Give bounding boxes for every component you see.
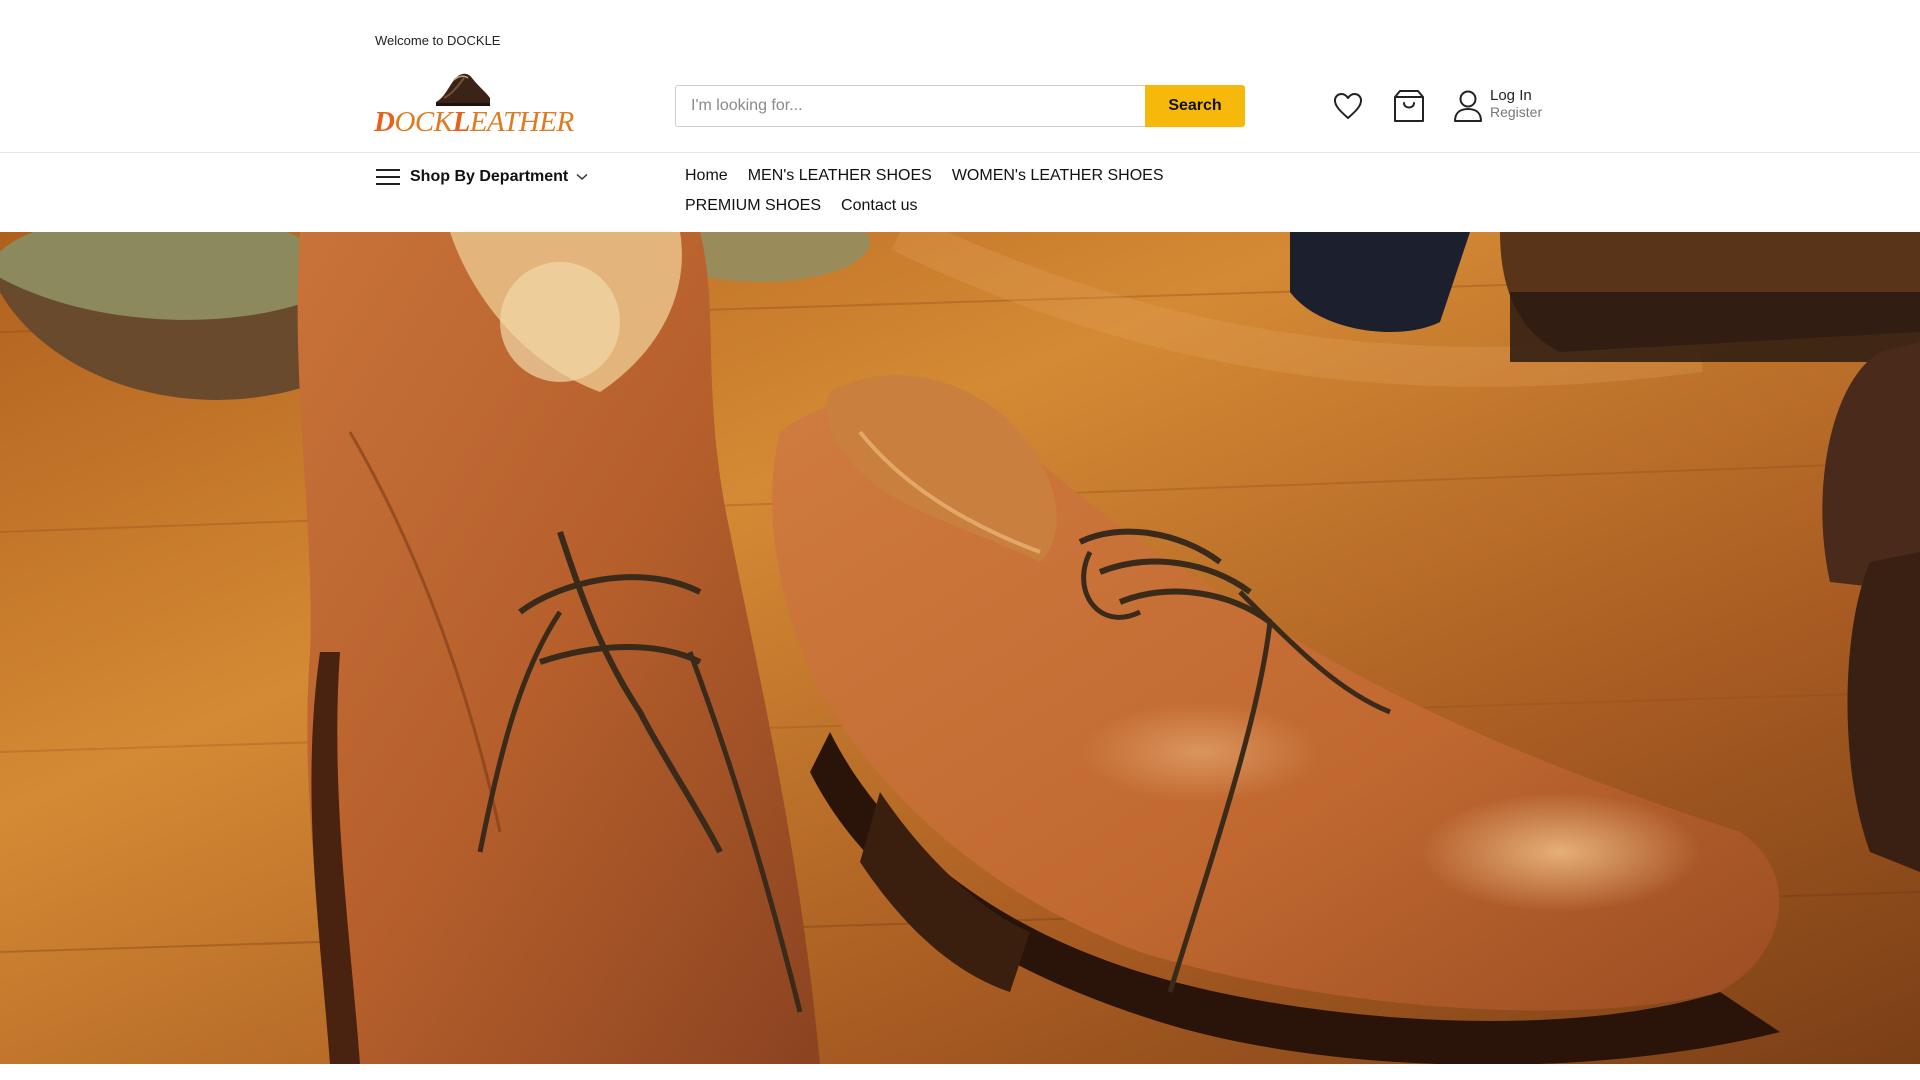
register-link[interactable]: Register <box>1490 104 1542 120</box>
heart-icon <box>1334 93 1362 119</box>
user-icon <box>1454 90 1482 122</box>
main-menu: Home MEN's LEATHER SHOES WOMEN's LEATHER… <box>685 166 1245 216</box>
hero-banner[interactable] <box>0 232 1920 1064</box>
search-input[interactable] <box>675 85 1145 127</box>
hamburger-menu-icon <box>376 169 400 185</box>
shopping-bag-icon <box>1394 90 1424 122</box>
nav-womens-leather-shoes[interactable]: WOMEN's LEATHER SHOES <box>952 166 1164 186</box>
nav-home[interactable]: Home <box>685 166 728 186</box>
department-label: Shop By Department <box>410 168 569 185</box>
header-divider <box>0 152 1920 153</box>
cart-button[interactable] <box>1392 88 1426 124</box>
hero-shoes-image <box>0 232 1920 1064</box>
nav-premium-shoes[interactable]: PREMIUM SHOES <box>685 196 821 216</box>
shoe-logo-icon <box>436 73 490 106</box>
logo-wordmark: DOCKLEATHER <box>374 106 574 138</box>
account-links: Log In Register <box>1490 88 1542 121</box>
login-link[interactable]: Log In <box>1490 88 1542 104</box>
nav-mens-leather-shoes[interactable]: MEN's LEATHER SHOES <box>748 166 932 186</box>
search-button[interactable]: Search <box>1145 85 1245 127</box>
search-bar: Search <box>675 85 1245 127</box>
shop-by-department-button[interactable]: Shop By Department <box>376 165 588 189</box>
chevron-down-icon <box>576 173 588 181</box>
welcome-text: Welcome to DOCKLE <box>375 33 501 48</box>
wishlist-button[interactable] <box>1332 90 1364 122</box>
account-button[interactable] <box>1452 88 1484 124</box>
nav-contact-us[interactable]: Contact us <box>841 196 917 216</box>
site-logo[interactable]: DOCKLEATHER <box>374 68 574 142</box>
